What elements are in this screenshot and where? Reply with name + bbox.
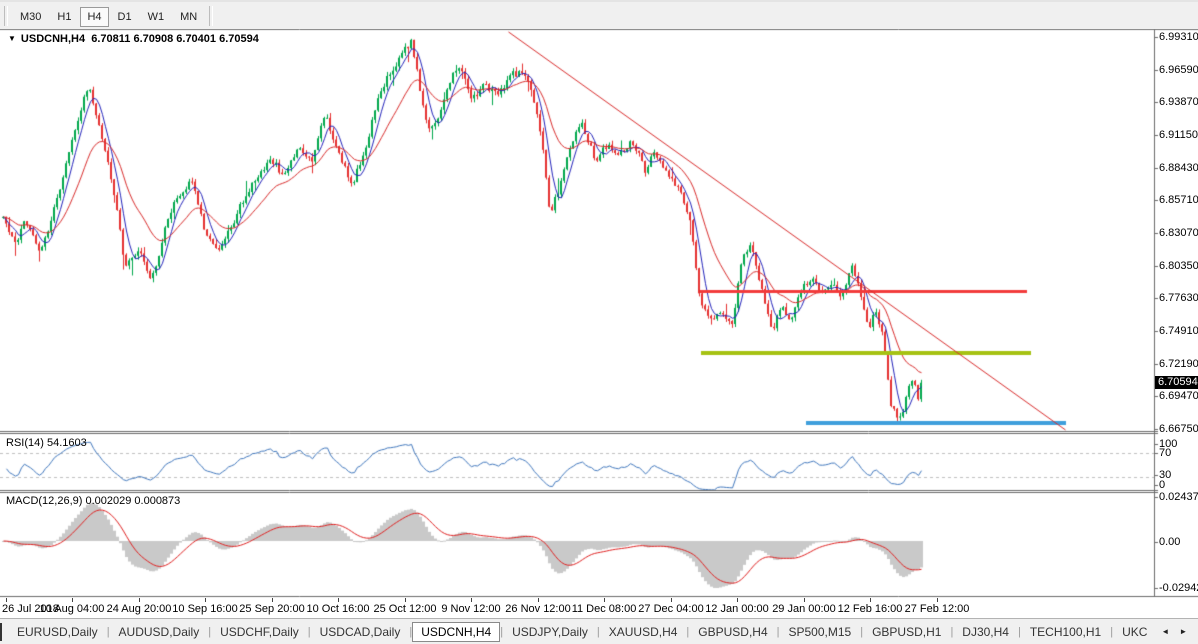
chart-tab-bar: EURUSD,Daily|AUDUSD,Daily|USDCHF,Daily|U… [0,618,1198,644]
macd-axis-label: -0.029423 [1159,582,1198,594]
macd-axis-label: 0.024372 [1159,491,1198,503]
rsi-indicator-label: RSI(14) 54.1603 [6,437,87,449]
chart-tab-dj30-h4[interactable]: DJ30,H4 [953,623,1018,641]
time-axis-tick [338,598,339,602]
chart-tab-gbpusd-h1[interactable]: GBPUSD,H1 [863,623,950,641]
time-axis-label: 10 Sep 16:00 [172,603,237,615]
time-axis-tick [6,598,7,602]
chevron-down-icon[interactable]: ▼ [8,34,16,43]
time-axis-tick [405,598,406,602]
time-axis-label: 10 Aug 04:00 [40,603,105,615]
chart-ohlc-values: 6.70811 6.70908 6.70401 6.70594 [91,33,259,45]
chart-tab-audusd-daily[interactable]: AUDUSD,Daily [110,623,209,641]
terminal-window: M30H1H4D1W1MN ▼ USDCNH,H4 6.70811 6.70908… [0,0,1198,644]
time-axis-label: 29 Jan 00:00 [772,603,836,615]
chart-title: ▼ USDCNH,H4 6.70811 6.70908 6.70401 6.705… [8,33,259,45]
price-axis-label: 6.85710 [1159,194,1198,206]
chart-tab-sp500-m15[interactable]: SP500,M15 [780,623,861,641]
macd-indicator-label: MACD(12,26,9) 0.002029 0.000873 [6,495,180,507]
price-axis-label: 6.93870 [1159,96,1198,108]
rsi-axis-label: 70 [1159,447,1171,459]
toolbar-separator [209,6,213,26]
current-price-badge: 6.70594 [1155,376,1198,389]
chart-tab-usdjpy-daily[interactable]: USDJPY,Daily [503,623,597,641]
price-axis-label: 6.91150 [1159,129,1198,141]
time-axis-label: 25 Oct 12:00 [374,603,437,615]
macd-axis-label: 0.00 [1159,536,1180,548]
time-axis-label: 12 Jan 00:00 [705,603,769,615]
time-axis-label: 24 Aug 20:00 [107,603,172,615]
time-axis-tick [937,598,938,602]
price-axis-label: 6.99310 [1159,31,1198,43]
chart-symbol-label: USDCNH,H4 [21,33,85,45]
chart-tab-usdchf-daily[interactable]: USDCHF,Daily [211,623,308,641]
time-axis-tick [471,598,472,602]
chart-tab-tech100-h1[interactable]: TECH100,H1 [1021,623,1110,641]
timeframe-button-h4[interactable]: H4 [80,7,108,27]
timeframe-button-m30[interactable]: M30 [13,7,48,27]
price-axis-label: 6.66750 [1159,423,1198,435]
time-axis-tick [205,598,206,602]
price-axis-label: 6.88430 [1159,162,1198,174]
timeframe-button-mn[interactable]: MN [173,7,204,27]
timeframe-button-group: M30H1H4D1W1MN [12,7,205,25]
time-axis-tick [671,598,672,602]
time-axis-label: 25 Sep 20:00 [239,603,304,615]
time-axis-tick [804,598,805,602]
time-axis-tick [72,598,73,602]
price-axis-label: 6.74910 [1159,325,1198,337]
timeframe-toolbar: M30H1H4D1W1MN [0,0,1198,29]
time-axis-tick [604,598,605,602]
time-axis-label: 26 Nov 12:00 [505,603,570,615]
time-axis-label: 10 Oct 16:00 [307,603,370,615]
time-axis-label: 27 Feb 12:00 [905,603,970,615]
time-axis-label: 12 Feb 16:00 [838,603,903,615]
rsi-axis-label: 0 [1159,479,1165,491]
timeframe-button-h1[interactable]: H1 [50,7,78,27]
chart-tab-eurusd-daily[interactable]: EURUSD,Daily [8,623,107,641]
price-axis-label: 6.83070 [1159,227,1198,239]
time-axis-label: 9 Nov 12:00 [441,603,500,615]
price-chart-canvas[interactable] [0,0,1198,598]
time-axis-tick [737,598,738,602]
chart-tab-ukc[interactable]: UKC [1113,623,1156,641]
timeframe-button-w1[interactable]: W1 [141,7,172,27]
time-axis-tick [538,598,539,602]
tabbar-edge-mark [0,623,2,641]
price-axis-label: 6.69470 [1159,390,1198,402]
chart-tab-gbpusd-h4[interactable]: GBPUSD,H4 [689,623,776,641]
time-axis[interactable]: 26 Jul 201810 Aug 04:0024 Aug 20:0010 Se… [0,598,1198,618]
toolbar-separator [4,6,8,26]
tab-scroll-right-icon[interactable]: ► [1174,625,1192,638]
time-axis-tick [139,598,140,602]
price-axis-label: 6.80350 [1159,260,1198,272]
time-axis-tick [870,598,871,602]
chart-tab-usdcad-daily[interactable]: USDCAD,Daily [311,623,410,641]
time-axis-label: 11 Dec 08:00 [572,603,637,615]
price-axis-label: 6.96590 [1159,64,1198,76]
time-axis-tick [272,598,273,602]
timeframe-button-d1[interactable]: D1 [111,7,139,27]
time-axis-label: 27 Dec 04:00 [638,603,703,615]
price-axis-label: 6.72190 [1159,358,1198,370]
tab-scroll-left-icon[interactable]: ◄ [1156,625,1174,638]
chart-tab-usdcnh-h4[interactable]: USDCNH,H4 [412,622,500,642]
chart-tab-xauusd-h4[interactable]: XAUUSD,H4 [600,623,687,641]
price-axis-label: 6.77630 [1159,292,1198,304]
